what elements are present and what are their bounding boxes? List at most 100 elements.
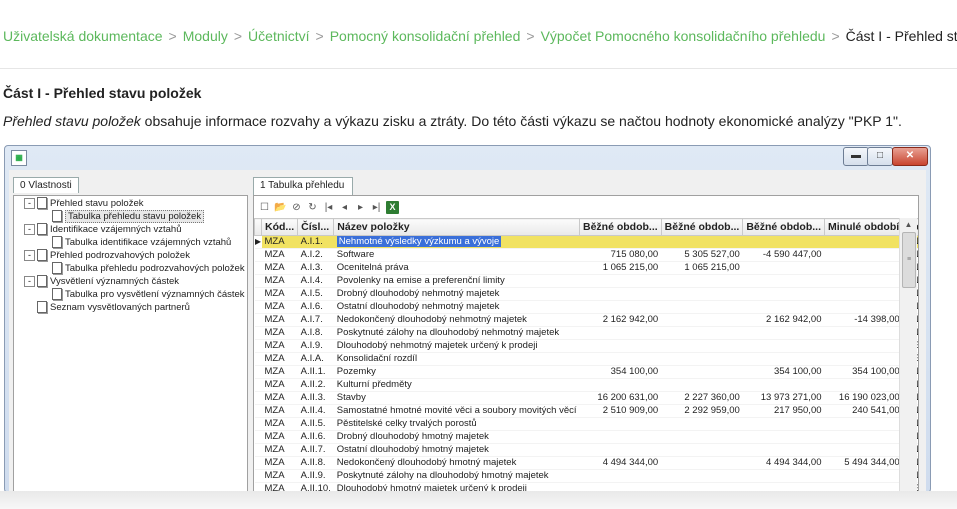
close-button[interactable]: ✕ xyxy=(892,147,928,166)
table-cell[interactable]: A.I.4. xyxy=(297,274,334,288)
table-cell[interactable]: 2 292 959,00 xyxy=(661,404,743,418)
collapse-icon[interactable]: - xyxy=(24,249,35,261)
table-row[interactable]: MZA A.II.1. Pozemky 354 100,00 354 100,00 354… xyxy=(254,365,918,379)
table-row[interactable]: MZA A.I.8. Poskytnuté zálohy na dlouhodobý… xyxy=(254,326,918,340)
table-row[interactable]: MZA A.I.5. Drobný dlouhodobý nehmotný maje… xyxy=(254,287,918,301)
table-row[interactable]: MZA A.II.8. Nedokončený dlouhodobý hmotný … xyxy=(254,456,918,470)
table-row[interactable]: MZA A.II.9. Poskytnuté zálohy na dlouhodob… xyxy=(254,469,918,483)
table-cell[interactable] xyxy=(824,339,903,353)
table-cell[interactable]: A.I.7. xyxy=(297,313,334,327)
table-cell[interactable] xyxy=(742,443,825,457)
table-cell[interactable] xyxy=(661,326,743,340)
table-cell[interactable] xyxy=(661,456,743,470)
table-row[interactable]: MZA A.I.6. Ostatní dlouhodobý nehmotný maj… xyxy=(254,300,918,314)
table-row[interactable]: ▶ MZA A.I.1. Nehmotné výsledky výzkumu a vý… xyxy=(254,235,918,249)
tree-item[interactable]: Seznam vysvětlovaných partnerů xyxy=(37,301,190,314)
table-cell[interactable] xyxy=(824,443,903,457)
table-row[interactable]: MZA A.I.7. Nedokončený dlouhodobý nehmotný… xyxy=(254,313,918,327)
tree-item[interactable]: - Vysvětlení významných částek xyxy=(24,275,179,288)
column-header[interactable]: Běžné obdob... xyxy=(660,218,744,236)
table-cell[interactable]: 1 065 215,00 xyxy=(579,261,662,275)
table-cell[interactable] xyxy=(742,469,825,483)
table-cell[interactable] xyxy=(742,261,825,275)
table-cell[interactable]: 2 227 360,00 xyxy=(661,391,743,405)
excel-icon[interactable]: X xyxy=(386,201,399,215)
table-cell[interactable] xyxy=(824,417,903,431)
table-cell[interactable]: MZA xyxy=(261,261,298,275)
tree-item[interactable]: - Identifikace vzájemných vztahů xyxy=(24,223,181,236)
collapse-icon[interactable]: - xyxy=(24,275,35,287)
table-cell[interactable]: Nehmotné výsledky výzkumu a vývoje xyxy=(333,235,580,249)
table-cell[interactable]: 4 494 344,00 xyxy=(742,456,825,470)
table-cell[interactable]: A.I.3. xyxy=(297,261,334,275)
table-cell[interactable]: 2 162 942,00 xyxy=(579,313,662,327)
table-cell[interactable] xyxy=(579,469,662,483)
table-cell[interactable] xyxy=(661,300,743,314)
table-cell[interactable]: MZA xyxy=(261,469,298,483)
breadcrumb-link[interactable]: Uživatelská dokumentace xyxy=(3,28,163,44)
table-cell[interactable]: MZA xyxy=(261,430,298,444)
table-cell[interactable]: MZA xyxy=(261,378,298,392)
table-cell[interactable] xyxy=(824,352,903,366)
table-cell[interactable]: Kulturní předměty xyxy=(333,378,580,392)
table-row[interactable]: MZAA.II.2.Kulturní předmětyANONE xyxy=(254,378,918,392)
column-header[interactable]: Kód... xyxy=(260,218,299,236)
table-cell[interactable] xyxy=(661,235,743,249)
table-cell[interactable]: 16 200 631,00 xyxy=(579,391,662,405)
table-cell[interactable]: Nedokončený dlouhodobý nehmotný majetek xyxy=(333,313,580,327)
tree-item[interactable]: - Přehled podrozvahových položek xyxy=(24,249,190,262)
table-row[interactable]: MZA A.II.7. Ostatní dlouhodobý hmotný maje… xyxy=(254,443,918,457)
prev-icon[interactable]: ◂ xyxy=(338,201,351,214)
table-row[interactable]: MZA A.I.3. Ocenitelná práva 1 065 215,00 1 0… xyxy=(254,261,918,275)
table-cell[interactable]: 4 494 344,00 xyxy=(579,456,662,470)
column-header[interactable]: Minulé období xyxy=(824,218,904,236)
table-cell[interactable]: A.II.7. xyxy=(297,443,334,457)
table-cell[interactable] xyxy=(824,287,903,301)
table-cell[interactable] xyxy=(824,248,903,262)
table-cell[interactable]: 2 510 909,00 xyxy=(579,404,662,418)
tree-item[interactable]: Tabulka pro vysvětlení významných částek xyxy=(52,288,245,301)
table-cell[interactable] xyxy=(661,365,743,379)
table-cell[interactable]: -4 590 447,00 xyxy=(742,248,825,262)
table-cell[interactable]: A.I.2. xyxy=(297,248,334,262)
table-cell[interactable]: Dlouhodobý nehmotný majetek určený k pro… xyxy=(333,339,580,353)
window-titlebar[interactable]: ▦ ▬ □ ✕ xyxy=(5,146,930,168)
table-row[interactable]: MZA A.II.5. Pěstitelské celky trvalých por… xyxy=(254,417,918,431)
table-row[interactable]: MZA A.II.3. Stavby 16 200 631,00 2 227 360,0… xyxy=(254,391,918,405)
table-cell[interactable] xyxy=(824,261,903,275)
table-cell[interactable]: MZA xyxy=(261,339,298,353)
table-cell[interactable]: Drobný dlouhodobý hmotný majetek xyxy=(333,430,580,444)
table-cell[interactable]: 5 305 527,00 xyxy=(661,248,743,262)
table-cell[interactable]: Ocenitelná práva xyxy=(333,261,580,275)
breadcrumb-link[interactable]: Výpočet Pomocného konsolidačního přehled… xyxy=(541,28,826,44)
table-cell[interactable]: MZA xyxy=(261,404,298,418)
new-icon[interactable]: ☐ xyxy=(258,201,271,214)
table-cell[interactable] xyxy=(824,326,903,340)
scroll-up-icon[interactable]: ▲ xyxy=(900,218,917,232)
table-cell[interactable]: A.II.9. xyxy=(297,469,334,483)
table-cell[interactable]: A.II.1. xyxy=(297,365,334,379)
table-cell[interactable] xyxy=(661,417,743,431)
table-cell[interactable]: MZA xyxy=(261,300,298,314)
table-cell[interactable]: A.I.5. xyxy=(297,287,334,301)
table-cell[interactable] xyxy=(824,274,903,288)
column-header[interactable]: Běžné obdob... xyxy=(579,218,662,236)
first-icon[interactable]: |◂ xyxy=(322,201,335,214)
table-cell[interactable]: Stavby xyxy=(333,391,580,405)
table-cell[interactable] xyxy=(579,287,662,301)
table-cell[interactable] xyxy=(742,274,825,288)
table-cell[interactable]: Nedokončený dlouhodobý hmotný majetek xyxy=(333,456,580,470)
table-cell[interactable] xyxy=(661,274,743,288)
table-cell[interactable]: A.II.6. xyxy=(297,430,334,444)
table-cell[interactable]: MZA xyxy=(261,352,298,366)
table-cell[interactable] xyxy=(742,339,825,353)
collapse-icon[interactable]: - xyxy=(24,197,35,209)
tree-item[interactable]: Tabulka přehledu podrozvahových položek xyxy=(52,262,245,275)
table-cell[interactable]: A.I.A. xyxy=(297,352,334,366)
table-cell[interactable]: MZA xyxy=(261,456,298,470)
table-cell[interactable] xyxy=(742,417,825,431)
last-icon[interactable]: ▸| xyxy=(370,201,383,214)
table-cell[interactable]: A.I.6. xyxy=(297,300,334,314)
minimize-button[interactable]: ▬ xyxy=(843,147,869,166)
table-row[interactable]: MZA A.I.2. Software 715 080,00 5 305 527,00-… xyxy=(254,248,918,262)
